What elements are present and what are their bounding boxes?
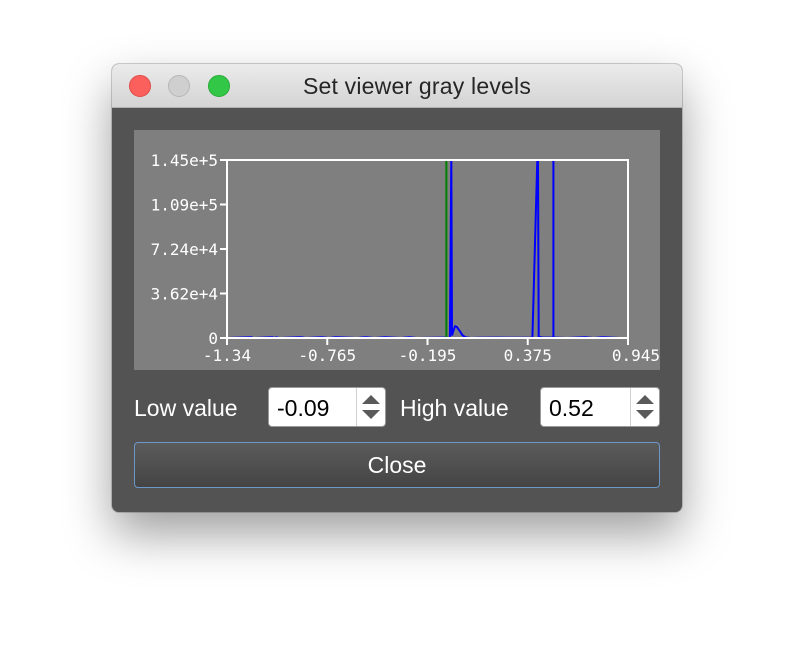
title-bar[interactable]: Set viewer gray levels (112, 64, 682, 108)
decrement-arrow-icon[interactable] (636, 410, 654, 419)
high-value-spinbox[interactable]: 0.52 (540, 387, 660, 427)
y-tick-label: 1.45e+5 (151, 151, 218, 170)
increment-arrow-icon[interactable] (362, 395, 380, 404)
x-tick-label: -0.195 (399, 346, 457, 365)
x-tick-label: 0.945 (612, 346, 660, 365)
histogram-series-line (226, 159, 628, 340)
low-value-field[interactable]: -0.09 (277, 395, 329, 422)
low-value-label: Low value (134, 395, 238, 421)
low-value-spinbox[interactable]: -0.09 (268, 387, 386, 427)
histogram-chart: 0 3.62e+4 7.24e+4 1.09e+5 1.45e+5 -1.34 -0.765… (134, 130, 660, 370)
window-title: Set viewer gray levels (112, 73, 682, 100)
high-value-stepper[interactable] (630, 388, 659, 426)
x-tick-label: -0.765 (298, 346, 356, 365)
gray-levels-dialog: Set viewer gray levels 0 3.62e+4 7.24e+4 1.… (112, 64, 682, 512)
low-value-stepper[interactable] (356, 388, 385, 426)
increment-arrow-icon[interactable] (636, 395, 654, 404)
histogram-svg: 03.62e+47.24e+41.09e+51.45e+5-1.34 -0.765… (151, 151, 660, 365)
y-tick-label: 7.24e+4 (151, 240, 218, 259)
y-tick-label: 3.62e+4 (151, 285, 218, 304)
x-tick-label: -1.34 (203, 346, 251, 365)
high-value-label: High value (400, 395, 509, 421)
window-title-text: Set viewer gray levels (302, 73, 532, 99)
decrement-arrow-icon[interactable] (362, 410, 380, 419)
high-value-field[interactable]: 0.52 (549, 395, 594, 422)
plot-frame (226, 159, 629, 339)
dialog-body: 0 3.62e+4 7.24e+4 1.09e+5 1.45e+5 -1.34 -0.765… (112, 108, 682, 512)
close-button[interactable]: Close (134, 442, 660, 488)
level-controls: Low value -0.09 High value 0.52 (134, 385, 660, 429)
y-tick-label: 1.09e+5 (151, 196, 218, 215)
x-tick-label: 0.375 (504, 346, 552, 365)
